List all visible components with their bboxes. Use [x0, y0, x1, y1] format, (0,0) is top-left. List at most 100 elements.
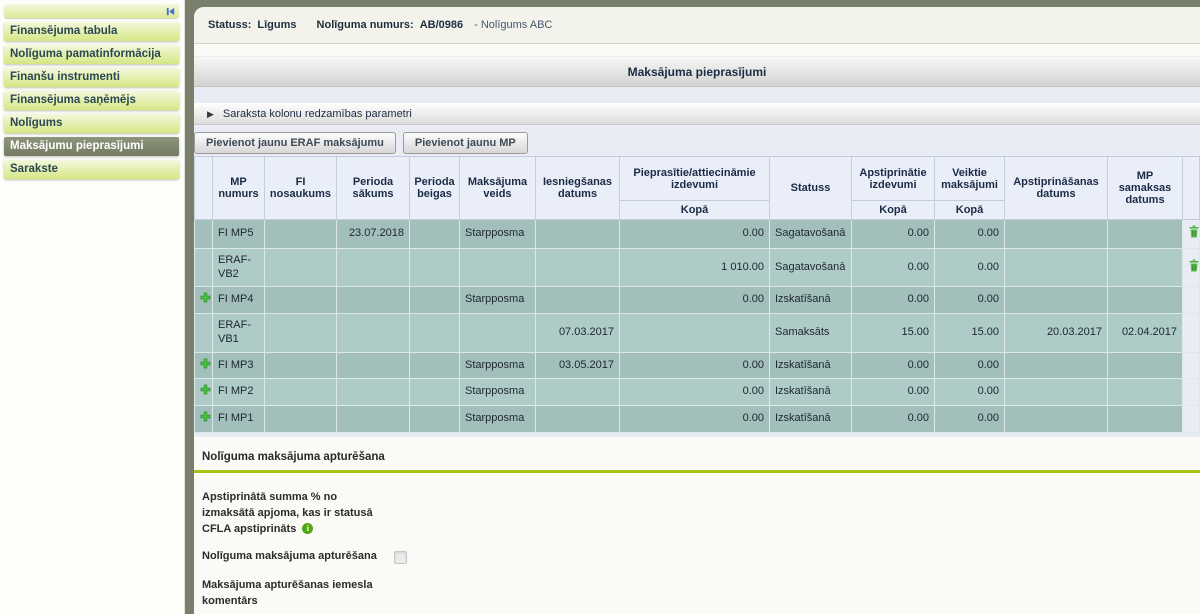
sidebar-nav: Finansējuma tabula Nolīguma pamatinformāc… [0, 22, 184, 179]
cell-iesniegsanas-datums [536, 406, 620, 433]
expand-row-button[interactable] [195, 379, 213, 406]
info-icon[interactable]: i [302, 523, 313, 534]
cell-apstiprinasanas-datums [1005, 379, 1108, 406]
col-header-mp-numurs: MP numurs [213, 157, 265, 220]
delete-row-button[interactable] [1183, 248, 1200, 287]
column-visibility-label: Saraksta kolonu redzamības parametri [223, 108, 412, 120]
column-visibility-toggle[interactable]: ▶ Saraksta kolonu redzamības parametri [194, 103, 1200, 125]
cell-mp-numurs: FI MP2 [213, 379, 265, 406]
cell-statuss: Sagatavošanā [770, 248, 852, 287]
cell-mp-numurs: FI MP5 [213, 220, 265, 249]
cell-perioda-beigas [410, 379, 460, 406]
content-panel: Statuss: Līgums Nolīguma numurs: AB/0986… [194, 7, 1200, 614]
sidebar-item-maks-jumu-piepras-jumi[interactable]: Maksājumu pieprasījumi [4, 137, 179, 156]
cell-maksajuma-veids: Starpposma [460, 379, 536, 406]
cell-perioda-beigas [410, 220, 460, 249]
sidebar-item-sarakste[interactable]: Sarakste [4, 160, 179, 179]
sidebar-item-finans-juma-sa-m-js[interactable]: Finansējuma saņēmējs [4, 91, 179, 110]
sidebar-item-nol-guma-pamatinform-cija[interactable]: Nolīguma pamatinformācija [4, 45, 179, 64]
comment-field: Maksājuma apturēšanas iemesla komentārs [202, 578, 1200, 610]
gutter-cell [1183, 352, 1200, 379]
expand-cell [195, 248, 213, 287]
cell-veiktie-kopa: 15.00 [935, 314, 1005, 353]
cell-maksajuma-veids [460, 248, 536, 287]
col-header-delete [1183, 157, 1200, 220]
cell-mp-samaksas-datums [1108, 379, 1183, 406]
cell-perioda-sakums [337, 379, 410, 406]
col-header-expand [195, 157, 213, 220]
cell-pieprasitie-kopa: 0.00 [620, 406, 770, 433]
cell-pieprasitie-kopa: 0.00 [620, 352, 770, 379]
comment-value [382, 578, 394, 610]
cell-mp-samaksas-datums [1108, 406, 1183, 433]
sidebar-item-finan-u-instrumenti[interactable]: Finanšu instrumenti [4, 68, 179, 87]
subheader-kopa-pieprasitie: Kopā [620, 201, 770, 220]
cell-apstiprinasanas-datums [1005, 406, 1108, 433]
cell-apstiprinatie-kopa: 0.00 [852, 248, 935, 287]
cell-mp-samaksas-datums [1108, 287, 1183, 314]
cell-apstiprinatie-kopa: 0.00 [852, 287, 935, 314]
cell-perioda-sakums: 23.07.2018 [337, 220, 410, 249]
mp-table-body: FI MP523.07.2018Starpposma0.00Sagatavoša… [195, 220, 1200, 433]
cell-apstiprinasanas-datums [1005, 248, 1108, 287]
cell-statuss: Izskatīšanā [770, 287, 852, 314]
payments-section: Maksājuma pieprasījumi ▶ Saraksta kolonu… [194, 56, 1200, 437]
cell-apstiprinatie-kopa: 0.00 [852, 220, 935, 249]
col-header-apstiprinatie: Apstiprinātie izdevumi [852, 157, 935, 201]
content-frame: Statuss: Līgums Nolīguma numurs: AB/0986… [185, 0, 1200, 614]
cell-fi-nosaukums [265, 314, 337, 353]
expand-row-button[interactable] [195, 352, 213, 379]
add-eraf-payment-button[interactable]: Pievienot jaunu ERAF maksājumu [194, 132, 396, 154]
plus-icon [200, 384, 211, 395]
col-header-maksajuma-veids: Maksājuma veids [460, 157, 536, 220]
cell-maksajuma-veids: Starpposma [460, 220, 536, 249]
sidebar-item-finans-juma-tabula[interactable]: Finansējuma tabula [4, 22, 179, 41]
cell-perioda-sakums [337, 406, 410, 433]
cell-fi-nosaukums [265, 406, 337, 433]
cell-fi-nosaukums [265, 379, 337, 406]
suspension-checkbox-label: Nolīguma maksājuma apturēšana [202, 549, 382, 567]
cell-mp-numurs: FI MP4 [213, 287, 265, 314]
delete-row-button[interactable] [1183, 220, 1200, 249]
expand-row-button[interactable] [195, 287, 213, 314]
add-mp-button[interactable]: Pievienot jaunu MP [403, 132, 528, 154]
col-header-fi-nosaukums: FI nosaukums [265, 157, 337, 220]
status-bar: Statuss: Līgums Nolīguma numurs: AB/0986… [194, 7, 1200, 44]
cell-apstiprinasanas-datums [1005, 287, 1108, 314]
cell-iesniegsanas-datums: 07.03.2017 [536, 314, 620, 353]
table-row: FI MP1Starpposma0.00Izskatīšanā0.000.00 [195, 406, 1200, 433]
page-title: Maksājuma pieprasījumi [194, 56, 1200, 87]
cell-mp-numurs: ERAF-VB1 [213, 314, 265, 353]
cell-perioda-beigas [410, 248, 460, 287]
cell-pieprasitie-kopa: 0.00 [620, 379, 770, 406]
gutter-cell [1183, 379, 1200, 406]
gutter-cell [1183, 287, 1200, 314]
expand-row-button[interactable] [195, 406, 213, 433]
contract-number-value: AB/0986 [420, 19, 463, 31]
cell-statuss: Samaksāts [770, 314, 852, 353]
col-header-perioda-beigas: Perioda beigas [410, 157, 460, 220]
cell-veiktie-kopa: 0.00 [935, 406, 1005, 433]
cell-veiktie-kopa: 0.00 [935, 248, 1005, 287]
plus-icon [200, 292, 211, 303]
sidebar-item-nol-gums[interactable]: Nolīgums [4, 114, 179, 133]
table-row: FI MP2Starpposma0.00Izskatīšanā0.000.00 [195, 379, 1200, 406]
payment-requests-table: MP numurs FI nosaukums Perioda sākums Pe… [194, 156, 1200, 433]
cell-mp-samaksas-datums [1108, 248, 1183, 287]
table-row: FI MP3Starpposma03.05.20170.00Izskatīšan… [195, 352, 1200, 379]
suspension-checkbox[interactable] [394, 551, 407, 564]
approved-sum-label: Apstiprinātā summa % no izmaksātā apjoma… [202, 490, 382, 538]
sidebar-collapse-button[interactable] [4, 4, 179, 18]
cell-apstiprinasanas-datums [1005, 220, 1108, 249]
trash-icon [1188, 225, 1200, 238]
table-row: ERAF-VB107.03.2017Samaksāts15.0015.0020.… [195, 314, 1200, 353]
cell-veiktie-kopa: 0.00 [935, 287, 1005, 314]
cell-perioda-sakums [337, 287, 410, 314]
cell-perioda-beigas [410, 352, 460, 379]
plus-icon [200, 358, 211, 369]
cell-iesniegsanas-datums [536, 287, 620, 314]
suspension-section-title: Nolīguma maksājuma apturēšana [194, 437, 1200, 470]
cell-fi-nosaukums [265, 220, 337, 249]
cell-pieprasitie-kopa: 0.00 [620, 287, 770, 314]
cell-iesniegsanas-datums [536, 379, 620, 406]
